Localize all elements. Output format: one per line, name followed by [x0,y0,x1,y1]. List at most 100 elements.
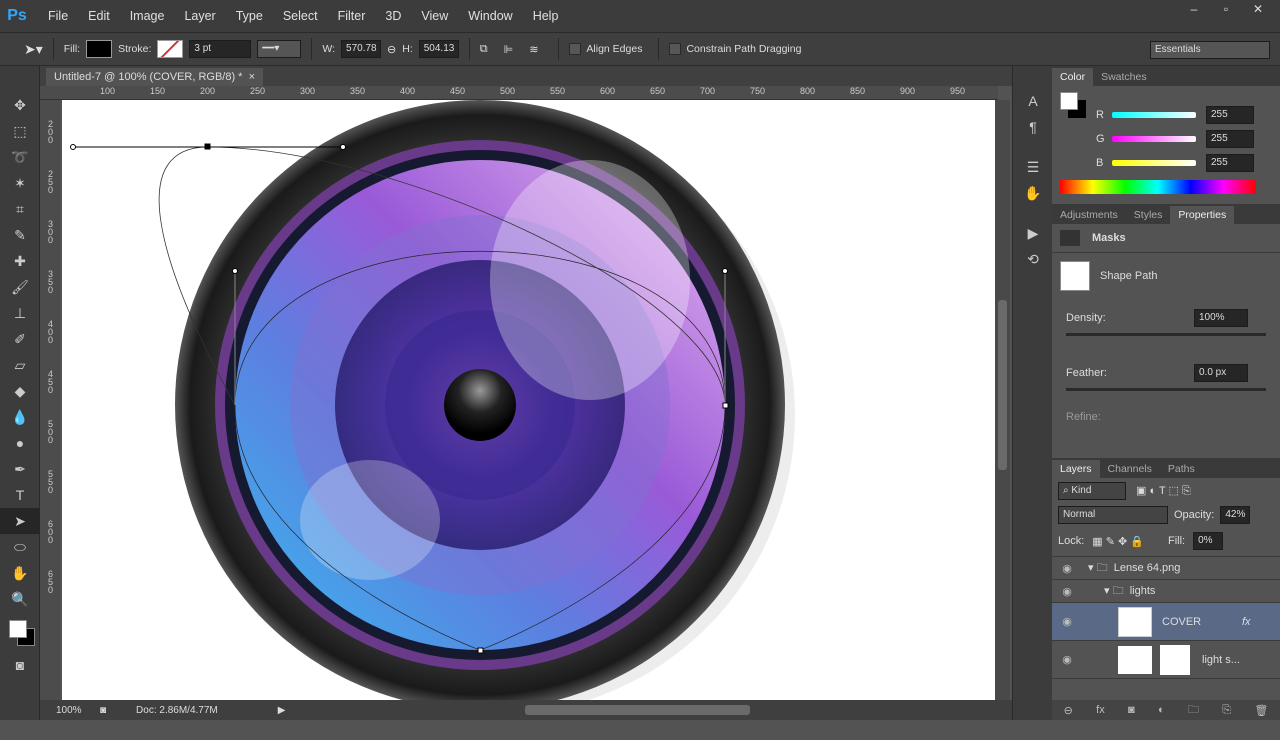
paragraph-panel-icon[interactable]: ¶ [1013,114,1053,140]
blur-tool-icon[interactable]: 💧 [0,404,40,430]
marquee-tool-icon[interactable]: ⬚ [0,118,40,144]
fx-icon[interactable]: fx [1242,616,1251,628]
path-arrangement-icon[interactable]: ≋ [529,43,538,56]
lasso-tool-icon[interactable]: ➰ [0,144,40,170]
lock-icons[interactable]: ▦ ✎ ✥ 🔒 [1092,535,1144,548]
opacity-input[interactable]: 42% [1220,506,1251,524]
menu-help[interactable]: Help [523,9,569,23]
feather-slider[interactable] [1066,388,1266,391]
pen-tool-icon[interactable]: ✒ [0,456,40,482]
add-mask-icon[interactable]: ◙ [1128,704,1135,716]
horizontal-scrollbar[interactable] [525,705,751,715]
blue-slider-row[interactable]: B 255 [1096,154,1254,172]
tab-channels[interactable]: Channels [1100,460,1160,478]
visibility-eye-icon[interactable]: ◉ [1052,653,1082,666]
fill-input[interactable]: 0% [1193,532,1224,550]
visibility-eye-icon[interactable]: ◉ [1052,585,1082,598]
magic-wand-tool-icon[interactable]: ✶ [0,170,40,196]
stroke-swatch[interactable] [157,40,184,58]
hand-tool-icon[interactable]: ✋ [0,560,40,586]
path-alignment-icon[interactable]: ⊫ [504,43,514,56]
menu-3d[interactable]: 3D [375,9,411,23]
color-spectrum[interactable] [1060,180,1256,194]
minimize-button[interactable]: – [1180,2,1208,18]
tab-swatches[interactable]: Swatches [1093,68,1155,86]
visibility-eye-icon[interactable]: ◉ [1052,562,1082,575]
density-input[interactable]: 100% [1194,309,1248,327]
tab-properties[interactable]: Properties [1170,206,1235,224]
maximize-button[interactable]: ▫ [1212,2,1240,18]
healing-brush-icon[interactable]: ✚ [0,248,40,274]
link-icon[interactable]: ⊖ [387,43,396,56]
history-brush-icon[interactable]: ✐ [0,326,40,352]
tab-color[interactable]: Color [1052,68,1094,86]
crop-tool-icon[interactable]: ⌗ [0,196,40,222]
constrain-path-checkbox[interactable]: Constrain Path Dragging [669,43,801,56]
clone-stamp-icon[interactable]: ⊥ [0,300,40,326]
close-tab-icon[interactable]: × [249,71,255,83]
link-layers-icon[interactable]: ⊖ [1064,704,1073,717]
menu-image[interactable]: Image [120,9,175,23]
color-swatches[interactable] [0,612,39,652]
brush-tool-icon[interactable]: 🖌 [0,274,40,300]
menu-window[interactable]: Window [458,9,522,23]
zoom-tool-icon[interactable]: 🔍 [0,586,40,612]
layer-cover[interactable]: ◉ COVER fx [1052,603,1280,641]
tab-styles[interactable]: Styles [1126,206,1171,224]
new-group-icon[interactable]: 🗀 [1188,701,1199,720]
menu-type[interactable]: Type [226,9,273,23]
new-layer-icon[interactable]: ⎘ [1222,704,1231,717]
adjustments-icon[interactable]: ☰ [1013,154,1053,180]
menu-filter[interactable]: Filter [328,9,376,23]
eraser-tool-icon[interactable]: ▱ [0,352,40,378]
kind-filter[interactable]: ⌕ Kind [1058,482,1126,500]
brush-presets-icon[interactable]: ✋ [1013,180,1053,206]
tab-paths[interactable]: Paths [1160,460,1203,478]
height-input[interactable]: 504.13 [418,40,459,58]
density-slider[interactable] [1066,333,1266,336]
align-edges-checkbox[interactable]: Align Edges [569,43,642,56]
visibility-eye-icon[interactable]: ◉ [1052,615,1082,628]
close-button[interactable]: ✕ [1244,2,1272,18]
width-input[interactable]: 570.78 [341,40,382,58]
layer-group-lense[interactable]: ◉ ▾ 🗀 Lense 64.png [1052,557,1280,580]
document-canvas[interactable] [62,100,995,700]
tab-adjustments[interactable]: Adjustments [1052,206,1126,224]
type-tool-icon[interactable]: T [0,482,40,508]
menu-file[interactable]: File [38,9,78,23]
feather-input[interactable]: 0.0 px [1194,364,1248,382]
tab-layers[interactable]: Layers [1052,460,1100,478]
red-slider-row[interactable]: R 255 [1096,106,1254,124]
menu-select[interactable]: Select [273,9,328,23]
document-tab[interactable]: Untitled-7 @ 100% (COVER, RGB/8) * × [46,68,264,86]
green-slider-row[interactable]: G 255 [1096,130,1254,148]
ellipse-tool-icon[interactable]: ⬭ [0,534,40,560]
green-value[interactable]: 255 [1206,130,1254,148]
quick-mask-icon[interactable]: ◙ [0,652,40,678]
blend-mode-dropdown[interactable]: Normal [1058,506,1168,524]
actions-play-icon[interactable]: ▶ [1013,220,1053,246]
move-tool-icon[interactable]: ✥ [0,92,40,118]
delete-layer-icon[interactable]: 🗑 [1254,704,1268,717]
status-menu-arrow[interactable]: ▶ [278,705,286,716]
vertical-scrollbar[interactable] [995,100,1010,700]
character-panel-icon[interactable]: A [1013,88,1053,114]
path-selection-tool-icon[interactable]: ➤▾ [24,41,43,58]
paint-bucket-icon[interactable]: ◆ [0,378,40,404]
path-operations-icon[interactable]: ⧉ [480,43,488,56]
stroke-width-input[interactable]: 3 pt [189,40,252,58]
dodge-tool-icon[interactable]: ● [0,430,40,456]
fx-menu-icon[interactable]: fx [1096,704,1105,716]
history-icon[interactable]: ⟲ [1013,246,1053,272]
blue-value[interactable]: 255 [1206,154,1254,172]
eyedropper-tool-icon[interactable]: ✎ [0,222,40,248]
layer-group-lights[interactable]: ◉ ▾ 🗀 lights [1052,580,1280,603]
red-value[interactable]: 255 [1206,106,1254,124]
menu-view[interactable]: View [411,9,458,23]
menu-layer[interactable]: Layer [174,9,225,23]
layer-light-s[interactable]: ◉ light s... [1052,641,1280,679]
status-info-icon[interactable]: ◙ [100,705,106,716]
path-selection-icon[interactable]: ➤ [0,508,40,534]
zoom-level[interactable]: 100% [56,705,96,716]
stroke-type-dropdown[interactable]: ━━▾ [257,40,302,58]
